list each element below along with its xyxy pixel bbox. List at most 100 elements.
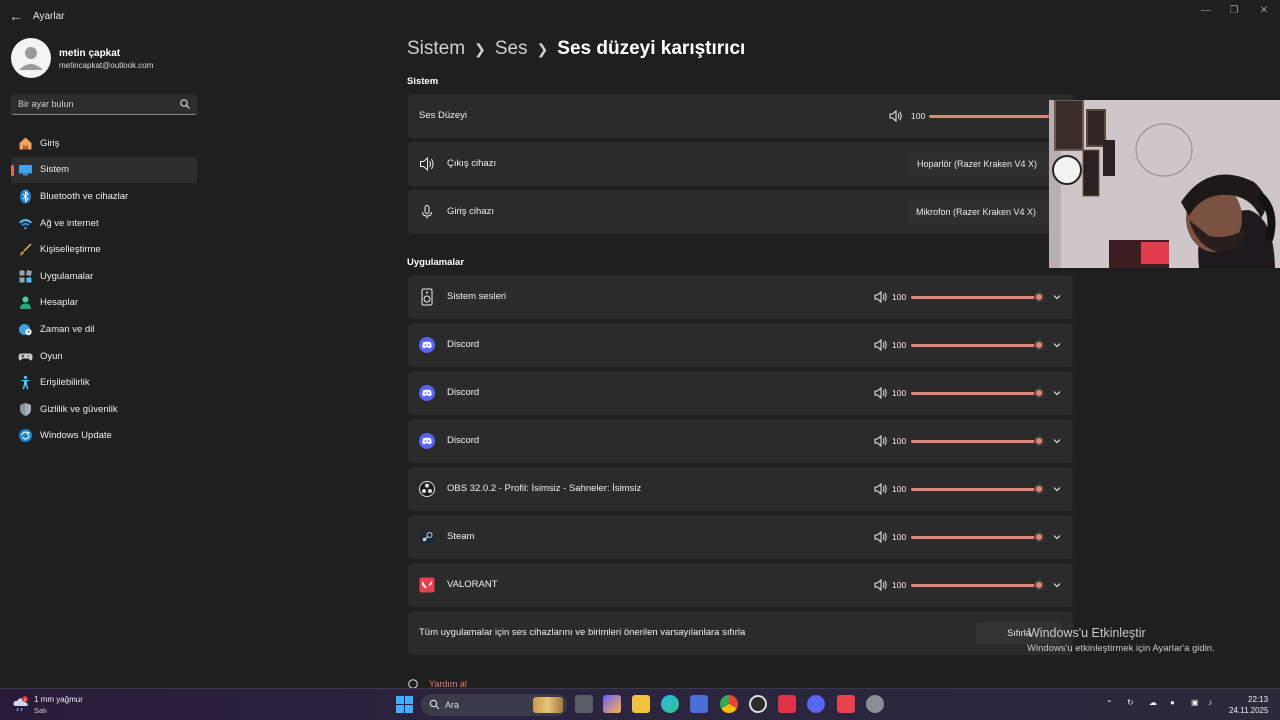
app-volume-value: 100 <box>892 532 907 542</box>
breadcrumb-sound[interactable]: Ses <box>495 38 528 60</box>
input-device-label: Giriş cihazı <box>447 206 494 217</box>
shield-icon <box>17 401 33 417</box>
riot-client-icon[interactable] <box>778 695 796 713</box>
app-volume-thumb[interactable] <box>1034 292 1044 302</box>
speaker-icon[interactable] <box>874 579 888 591</box>
sidebar-item-label: Sistem <box>40 164 70 176</box>
app-volume-thumb[interactable] <box>1034 484 1044 494</box>
sidebar-item-accessibility[interactable]: Erişilebilirlik <box>11 369 197 396</box>
settings-search[interactable] <box>11 94 197 115</box>
app-volume-thumb[interactable] <box>1034 388 1044 398</box>
sidebar-item-label: Kişiselleştirme <box>40 244 101 256</box>
app-volume-slider[interactable] <box>911 440 1039 443</box>
rain-cloud-icon[interactable]: 1 <box>12 696 30 712</box>
speaker-icon[interactable] <box>874 531 888 543</box>
app-volume-slider[interactable] <box>911 536 1039 539</box>
search-icon[interactable] <box>179 98 191 110</box>
close-button[interactable]: ✕ <box>1252 4 1276 18</box>
taskbar-search[interactable]: Ara <box>421 694 567 716</box>
breadcrumb-system[interactable]: Sistem <box>407 38 465 60</box>
microphone-icon <box>422 205 432 219</box>
app-volume-thumb[interactable] <box>1034 436 1044 446</box>
clock-time[interactable]: 22:13 <box>1248 695 1268 704</box>
maximize-button[interactable]: ❐ <box>1222 4 1246 18</box>
copilot-icon[interactable] <box>603 695 621 713</box>
sidebar-item-label: Giriş <box>40 137 60 149</box>
discord-icon[interactable] <box>807 695 825 713</box>
network-icon[interactable]: ▣ <box>1191 698 1199 707</box>
chevron-right-icon: ❯ <box>474 40 486 57</box>
avatar[interactable] <box>11 38 51 78</box>
sidebar-item-apps[interactable]: Uygulamalar <box>11 263 197 290</box>
speaker-icon[interactable] <box>874 387 888 399</box>
valorant-icon[interactable] <box>837 695 855 713</box>
taskbar: 1 1 mm yağmur Salı Ara ⌃ ↻ ☁ ● ▣ ♪ 22:13… <box>0 688 1280 720</box>
task-view-icon[interactable] <box>575 695 593 713</box>
weather-line2: Salı <box>34 706 47 715</box>
chevron-down-icon[interactable] <box>1052 388 1062 398</box>
clock-date[interactable]: 24.11.2025 <box>1229 706 1268 715</box>
settings-gear-icon[interactable] <box>866 695 884 713</box>
back-arrow-icon[interactable]: ← <box>8 6 24 26</box>
obs-icon <box>419 481 435 497</box>
chevron-up-icon[interactable]: ⌃ <box>1106 699 1113 708</box>
sidebar-item-network[interactable]: Ağ ve internet <box>11 210 197 237</box>
gamepad-icon <box>17 348 33 364</box>
update-icon <box>17 428 33 444</box>
sidebar-item-system[interactable]: Sistem <box>11 156 197 184</box>
master-volume-slider[interactable] <box>929 115 1049 118</box>
sidebar-item-gaming[interactable]: Oyun <box>11 343 197 370</box>
chevron-down-icon[interactable] <box>1052 292 1062 302</box>
app-volume-thumb[interactable] <box>1034 340 1044 350</box>
speaker-icon[interactable] <box>889 110 903 122</box>
sync-icon[interactable]: ↻ <box>1127 698 1134 707</box>
obs-icon[interactable] <box>749 695 767 713</box>
app-volume-slider[interactable] <box>911 296 1039 299</box>
sidebar-item-time-language[interactable]: Zaman ve dil <box>11 316 197 343</box>
volume-icon[interactable]: ♪ <box>1208 698 1212 707</box>
chevron-down-icon[interactable] <box>1052 436 1062 446</box>
discord-icon <box>419 385 435 401</box>
app-volume-slider[interactable] <box>911 344 1039 347</box>
app-volume-slider[interactable] <box>911 488 1039 491</box>
speaker-icon[interactable] <box>874 291 888 303</box>
app-volume-value: 100 <box>892 436 907 446</box>
sidebar-item-windows-update[interactable]: Windows Update <box>11 423 197 450</box>
app-volume-value: 100 <box>892 292 907 302</box>
chevron-down-icon[interactable] <box>1052 484 1062 494</box>
app-row-system-sounds: Sistem sesleri 100 <box>408 275 1073 319</box>
chevron-down-icon[interactable] <box>1052 532 1062 542</box>
app-volume-thumb[interactable] <box>1034 532 1044 542</box>
input-device-dropdown[interactable]: Mikrofon (Razer Kraken V4 X) <box>908 200 1059 224</box>
sidebar-item-privacy[interactable]: Gizlilik ve güvenlik <box>11 396 197 423</box>
input-device-value: Mikrofon (Razer Kraken V4 X) <box>916 207 1037 217</box>
file-explorer-icon[interactable] <box>632 695 650 713</box>
apps-icon <box>17 268 33 284</box>
app-volume-thumb[interactable] <box>1034 580 1044 590</box>
edge-icon[interactable] <box>661 695 679 713</box>
sidebar-item-personalization[interactable]: Kişiselleştirme <box>11 236 197 263</box>
windows-start-icon[interactable] <box>396 696 413 713</box>
microsoft-store-icon[interactable] <box>690 695 708 713</box>
speaker-icon[interactable] <box>874 339 888 351</box>
accessibility-icon <box>17 375 33 391</box>
chevron-down-icon[interactable] <box>1052 580 1062 590</box>
output-device-dropdown[interactable]: Hoparlör (Razer Kraken V4 X) <box>909 152 1059 176</box>
app-volume-slider[interactable] <box>911 584 1039 587</box>
app-title: Ayarlar <box>33 11 65 22</box>
app-volume-slider[interactable] <box>911 392 1039 395</box>
speaker-icon[interactable] <box>874 435 888 447</box>
onedrive-cloud-icon[interactable]: ☁ <box>1149 698 1157 707</box>
sidebar-item-label: Oyun <box>40 350 63 362</box>
search-input[interactable] <box>11 94 171 114</box>
chevron-down-icon[interactable] <box>1052 340 1062 350</box>
chrome-icon[interactable] <box>720 695 738 713</box>
master-volume-label: Ses Düzeyi <box>419 110 468 121</box>
sidebar-item-accounts[interactable]: Hesaplar <box>11 290 197 317</box>
microphone-icon[interactable]: ● <box>1170 698 1175 707</box>
speaker-icon[interactable] <box>874 483 888 495</box>
sidebar-item-bluetooth[interactable]: Bluetooth ve cihazlar <box>11 183 197 210</box>
master-volume-card: Ses Düzeyi 100 <box>408 94 1073 138</box>
sidebar-item-home[interactable]: Giriş <box>11 130 197 157</box>
minimize-button[interactable]: — <box>1194 4 1218 18</box>
